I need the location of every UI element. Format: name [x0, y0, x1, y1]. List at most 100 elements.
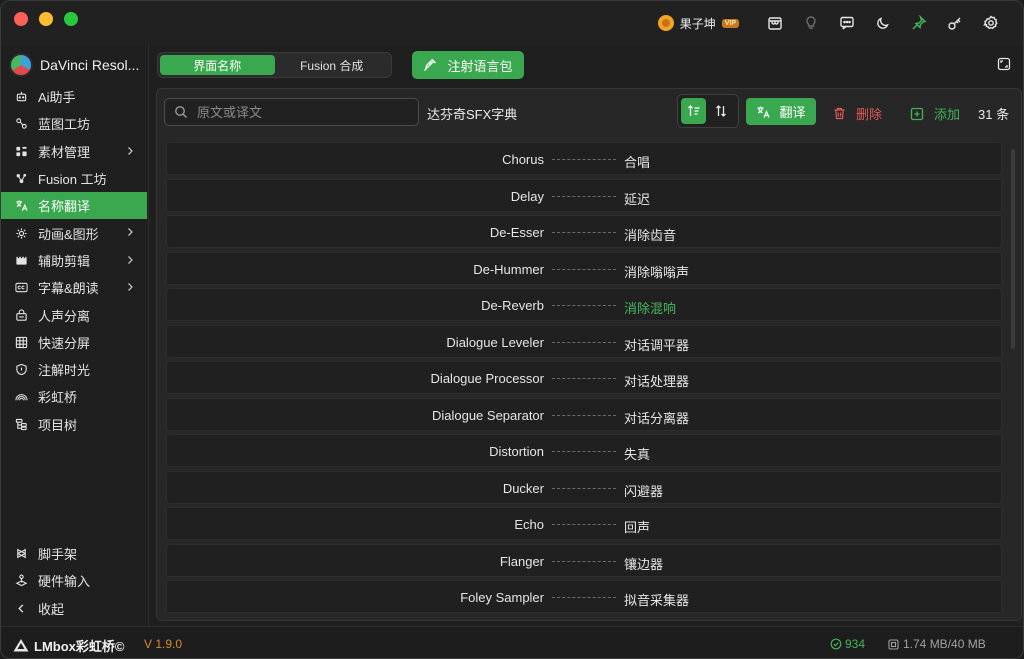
search-box[interactable] [164, 98, 419, 126]
pin-window-button[interactable] [901, 11, 937, 35]
sidebar-item-subtitles[interactable]: 字幕&朗读 [1, 274, 147, 301]
table-row[interactable]: Foley Sampler 拟音采集器 [166, 580, 1002, 613]
table-row[interactable]: Delay 延迟 [166, 178, 1002, 212]
source-term: Flanger [499, 553, 544, 569]
sidebar-item-hardware-input[interactable]: 硬件输入 [1, 567, 147, 594]
source-term: De-Esser [489, 225, 544, 240]
delete-label: 删除 [856, 107, 883, 122]
translated-term: 镶边器 [624, 556, 664, 572]
tree-icon [14, 417, 28, 431]
dashed-connector [552, 268, 616, 270]
blueprint-icon [14, 117, 28, 131]
translated-term: 消除齿音 [624, 228, 677, 243]
source-term: Distortion [489, 444, 544, 459]
table-row[interactable]: Chorus 合唱 [166, 142, 1002, 175]
sidebar-item-label: 脚手架 [38, 547, 78, 563]
sidebar-item-ai-assistant[interactable]: Ai助手 [1, 83, 147, 110]
tips-button[interactable] [793, 11, 829, 35]
close-window-button[interactable] [14, 12, 28, 26]
sidebar-item-blueprint[interactable]: 蓝图工坊 [1, 110, 147, 137]
grid-icon [14, 335, 28, 349]
sidebar-item-fusion[interactable]: Fusion 工坊 [1, 165, 147, 192]
sidebar-item-project-tree[interactable]: 项目树 [1, 411, 147, 438]
table-row[interactable]: Flanger 镶边器 [166, 543, 1002, 577]
version-label[interactable]: V 1.9.0 [144, 637, 182, 651]
mode-tabs: 界面名称 Fusion 合成 [157, 52, 392, 78]
dashed-connector [552, 232, 616, 233]
moon-icon [877, 17, 889, 29]
app-header[interactable]: DaVinci Resol... [9, 53, 139, 77]
messages-button[interactable] [829, 11, 865, 35]
table-row[interactable]: Ducker 闪避器 [166, 470, 1002, 504]
tab-interface-names[interactable]: 界面名称 [160, 55, 275, 75]
sidebar-item-rainbow-bridge[interactable]: 彩虹桥 [1, 383, 147, 410]
zoom-window-button[interactable] [64, 12, 78, 26]
sidebar-item-label: 彩虹桥 [38, 390, 78, 406]
translated-term: 合唱 [624, 155, 651, 170]
store-icon [768, 17, 782, 30]
settings-button[interactable] [973, 11, 1009, 35]
user-profile[interactable]: 果子坤 VIP [657, 15, 739, 32]
sidebar-item-scaffold[interactable]: 脚手架 [1, 540, 147, 567]
sidebar-item-label: 辅助剪辑 [38, 253, 91, 269]
pin-icon [912, 15, 927, 30]
translated-term: 拟音采集器 [624, 593, 690, 608]
key-icon [948, 17, 961, 30]
chevron-right-icon [128, 146, 133, 155]
table-row[interactable]: Dialogue Leveler 对话调平器 [166, 324, 1002, 358]
translated-term: 闪避器 [624, 483, 664, 499]
dashed-connector [552, 305, 616, 306]
add-label: 添加 [934, 107, 961, 122]
sort-arrows-icon [715, 105, 726, 117]
syringe-icon [424, 59, 437, 71]
scrollbar[interactable] [1011, 149, 1015, 349]
source-term: Delay [510, 188, 544, 204]
translation-list: Chorus 合唱 Delay 延迟 De-Esser 消除齿音 De-Hummer 消除嗡嗡… [166, 142, 1002, 618]
translate-button[interactable]: 翻译 [746, 98, 816, 125]
table-row[interactable]: Dialogue Separator 对话分离器 [166, 397, 1002, 431]
theme-toggle-button[interactable] [865, 11, 901, 35]
brand-logo-icon [13, 639, 29, 652]
table-row[interactable]: De-Hummer 消除嗡嗡声 [166, 251, 1002, 285]
sidebar-item-edit-assist[interactable]: 辅助剪辑 [1, 247, 147, 274]
sidebar-bottom-nav: 脚手架 硬件输入 收起 [1, 540, 147, 622]
table-row[interactable]: Distortion 失真 [166, 434, 1002, 467]
usage-count-value: 934 [845, 637, 866, 651]
assets-icon [14, 144, 28, 158]
license-button[interactable] [937, 11, 973, 35]
sidebar-item-assets[interactable]: 素材管理 [1, 138, 147, 165]
table-row[interactable]: De-Reverb 消除混响 [166, 288, 1002, 321]
inject-language-pack-button[interactable]: 注射语言包 [412, 51, 524, 79]
dashed-connector [552, 524, 616, 525]
table-row[interactable]: Dialogue Processor 对话处理器 [166, 361, 1002, 394]
sidebar-item-animation[interactable]: 动画&图形 [1, 219, 147, 246]
joystick-icon [14, 574, 28, 588]
sidebar-item-label: 收起 [38, 601, 65, 617]
sidebar-item-label: 快速分屏 [38, 335, 91, 351]
sidebar-item-voice-separation[interactable]: 人声分离 [1, 301, 147, 328]
tab-fusion-composite[interactable]: Fusion 合成 [275, 55, 390, 75]
search-input[interactable] [197, 104, 397, 120]
sidebar-item-collapse[interactable]: 收起 [1, 595, 147, 622]
source-term: Ducker [502, 480, 544, 496]
minimize-window-button[interactable] [39, 12, 53, 26]
sidebar-item-annotations[interactable]: 注解时光 [1, 356, 147, 383]
sort-ascending-button[interactable] [681, 98, 706, 124]
message-icon [840, 16, 854, 30]
table-row[interactable]: De-Esser 消除齿音 [166, 215, 1002, 248]
collapse-icon [14, 601, 28, 615]
store-button[interactable] [757, 11, 793, 35]
shield-icon [14, 363, 28, 377]
dashed-connector [552, 341, 616, 343]
delete-button[interactable]: 删除 [833, 104, 882, 123]
table-row[interactable]: Echo 回声 [166, 507, 1002, 540]
title-bar: 果子坤 VIP [1, 1, 1023, 45]
dashed-connector [552, 195, 616, 197]
expand-icon[interactable] [997, 57, 1011, 71]
sidebar-item-split-screen[interactable]: 快速分屏 [1, 329, 147, 356]
sort-toggle-button[interactable] [708, 98, 733, 124]
add-button[interactable]: 添加 [910, 104, 960, 123]
chevron-right-icon [128, 255, 133, 264]
user-avatar [657, 15, 674, 31]
sidebar-item-name-translate[interactable]: 名称翻译 [1, 192, 147, 220]
